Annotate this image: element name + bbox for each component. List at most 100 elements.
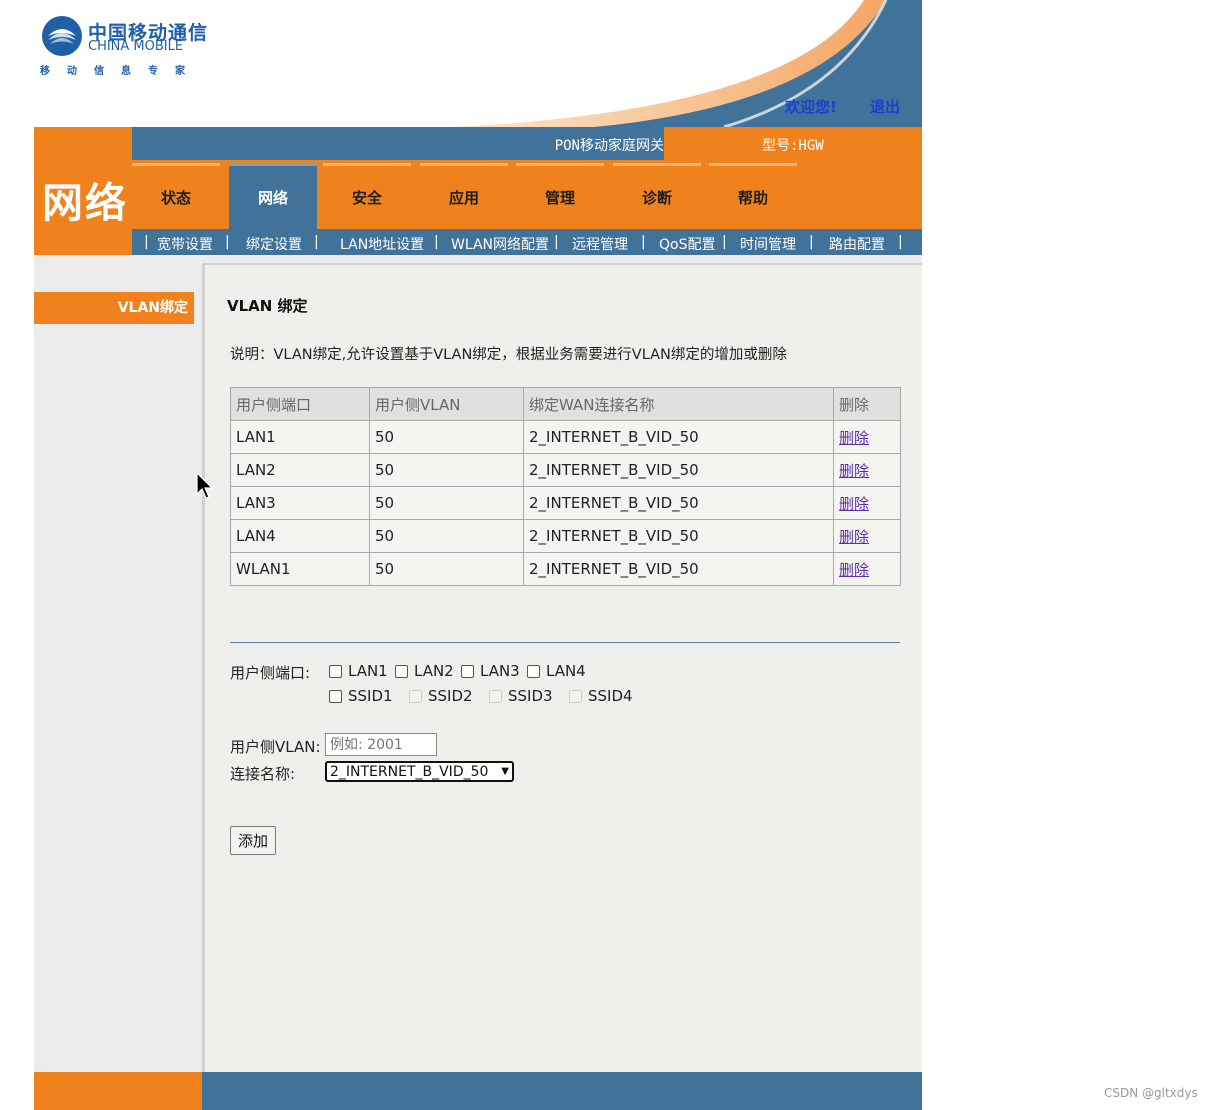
page-title: VLAN 绑定 (227, 297, 308, 315)
column-header: 删除 (833, 387, 901, 421)
checkbox-lan2[interactable]: LAN2 (395, 662, 454, 680)
section-brand: 网络 (42, 179, 128, 227)
checkbox-label: LAN3 (480, 662, 520, 680)
vlan-binding-table: 用户侧端口 用户侧VLAN 绑定WAN连接名称 删除 LAN1 50 2_INT… (230, 387, 901, 586)
checkbox-box[interactable] (329, 664, 342, 678)
column-header: 用户侧端口 (230, 387, 370, 421)
cell-port: LAN4 (230, 519, 370, 553)
subnav-separator: | (434, 234, 439, 250)
checkbox-ssid2: SSID2 (409, 687, 473, 705)
table-row: LAN2 50 2_INTERNET_B_VID_50 删除 (230, 453, 901, 487)
table-row: WLAN1 50 2_INTERNET_B_VID_50 删除 (230, 552, 901, 586)
user-vlan-input[interactable] (325, 733, 437, 756)
header-banner: 中国移动通信 CHINA MOBILE 移动信息专家 欢迎您! 退出 (34, 0, 922, 127)
cell-port: LAN3 (230, 486, 370, 520)
delete-link[interactable]: 删除 (839, 429, 869, 447)
cell-delete: 删除 (833, 453, 901, 487)
cell-port: WLAN1 (230, 552, 370, 586)
select-value: 2_INTERNET_B_VID_50 (330, 763, 489, 780)
subnav-separator: | (898, 234, 903, 250)
checkbox-box (489, 689, 502, 703)
checkbox-ssid1[interactable]: SSID1 (329, 687, 393, 705)
checkbox-box[interactable] (527, 664, 540, 678)
cell-delete: 删除 (833, 552, 901, 586)
mouse-cursor-icon (196, 472, 214, 499)
cell-port: LAN2 (230, 453, 370, 487)
sub-nav: | 宽带设置 | 绑定设置 | LAN地址设置 | WLAN网络配置 | 远程管… (132, 229, 922, 255)
cell-wan-name: 2_INTERNET_B_VID_50 (523, 420, 834, 454)
page-description: 说明：VLAN绑定,允许设置基于VLAN绑定，根据业务需要进行VLAN绑定的增加… (230, 347, 787, 363)
checkbox-label: LAN4 (546, 662, 586, 680)
subnav-route[interactable]: 路由配置 (829, 234, 885, 254)
model-name: 型号:HGW (762, 138, 824, 154)
cell-delete: 删除 (833, 486, 901, 520)
column-header: 用户侧VLAN (369, 387, 524, 421)
subnav-time[interactable]: 时间管理 (740, 234, 796, 254)
subnav-qos[interactable]: QoS配置 (659, 234, 715, 254)
cell-vlan: 50 (369, 519, 524, 553)
table-header-row: 用户侧端口 用户侧VLAN 绑定WAN连接名称 删除 (230, 387, 901, 421)
checkbox-box (569, 689, 582, 703)
table-row: LAN1 50 2_INTERNET_B_VID_50 删除 (230, 420, 901, 454)
watermark: CSDN @gltxdys (1104, 1086, 1198, 1100)
delete-link[interactable]: 删除 (839, 528, 869, 546)
footer-right (202, 1072, 922, 1110)
sidebar-item-vlan-binding[interactable]: VLAN绑定 (34, 292, 194, 324)
sidebar: VLAN绑定 (34, 255, 202, 1072)
subnav-separator: | (225, 234, 230, 250)
checkbox-lan1[interactable]: LAN1 (329, 662, 388, 680)
subnav-broadband[interactable]: 宽带设置 (157, 234, 213, 254)
checkbox-box[interactable] (329, 689, 342, 703)
tab-network[interactable]: 网络 (229, 163, 317, 229)
product-name: PON移动家庭网关 (554, 138, 664, 154)
subnav-lan-address[interactable]: LAN地址设置 (340, 234, 424, 254)
delete-link[interactable]: 删除 (839, 495, 869, 513)
content-panel: VLAN 绑定 说明：VLAN绑定,允许设置基于VLAN绑定，根据业务需要进行V… (202, 263, 922, 1072)
delete-link[interactable]: 删除 (839, 462, 869, 480)
connection-name-label: 连接名称: (230, 765, 296, 783)
checkbox-box[interactable] (395, 664, 408, 678)
china-mobile-logo-icon (42, 16, 82, 56)
checkbox-label: LAN2 (414, 662, 454, 680)
cell-vlan: 50 (369, 552, 524, 586)
subnav-separator: | (144, 234, 149, 250)
connection-name-select[interactable]: 2_INTERNET_B_VID_50 ▼ (325, 761, 514, 782)
tab-status[interactable]: 状态 (132, 163, 220, 229)
add-button[interactable]: 添加 (230, 826, 276, 855)
tab-help[interactable]: 帮助 (709, 163, 797, 229)
router-admin-page: 中国移动通信 CHINA MOBILE 移动信息专家 欢迎您! 退出 网络 PO… (34, 0, 922, 1110)
user-port-label: 用户侧端口: (230, 664, 311, 682)
logo-english-text: CHINA MOBILE (88, 39, 184, 54)
checkbox-label: SSID2 (428, 687, 473, 705)
logout-link[interactable]: 退出 (870, 96, 900, 117)
column-header: 绑定WAN连接名称 (523, 387, 834, 421)
checkbox-lan3[interactable]: LAN3 (461, 662, 520, 680)
footer-left (34, 1072, 202, 1110)
checkbox-label: LAN1 (348, 662, 388, 680)
tab-application[interactable]: 应用 (420, 163, 508, 229)
subnav-separator: | (641, 234, 646, 250)
subnav-separator: | (722, 234, 727, 250)
tab-management[interactable]: 管理 (516, 163, 604, 229)
subnav-separator: | (809, 234, 814, 250)
subnav-remote[interactable]: 远程管理 (572, 234, 628, 254)
checkbox-lan4[interactable]: LAN4 (527, 662, 586, 680)
tab-diagnosis[interactable]: 诊断 (613, 163, 701, 229)
checkbox-ssid4: SSID4 (569, 687, 633, 705)
cell-vlan: 50 (369, 420, 524, 454)
checkbox-label: SSID1 (348, 687, 393, 705)
subnav-binding[interactable]: 绑定设置 (246, 234, 302, 254)
cell-vlan: 50 (369, 453, 524, 487)
checkbox-box[interactable] (461, 664, 474, 678)
delete-link[interactable]: 删除 (839, 561, 869, 579)
cell-wan-name: 2_INTERNET_B_VID_50 (523, 453, 834, 487)
checkbox-ssid3: SSID3 (489, 687, 553, 705)
main-nav: 网络 PON移动家庭网关 型号:HGW 状态 网络 安全 应用 管理 诊断 帮助 (34, 127, 922, 229)
subnav-separator: | (554, 234, 559, 250)
subnav-wlan[interactable]: WLAN网络配置 (451, 234, 549, 254)
checkbox-label: SSID3 (508, 687, 553, 705)
content-top-strip (202, 255, 922, 263)
cell-port: LAN1 (230, 420, 370, 454)
tab-security[interactable]: 安全 (323, 163, 411, 229)
chevron-down-icon: ▼ (501, 766, 509, 777)
